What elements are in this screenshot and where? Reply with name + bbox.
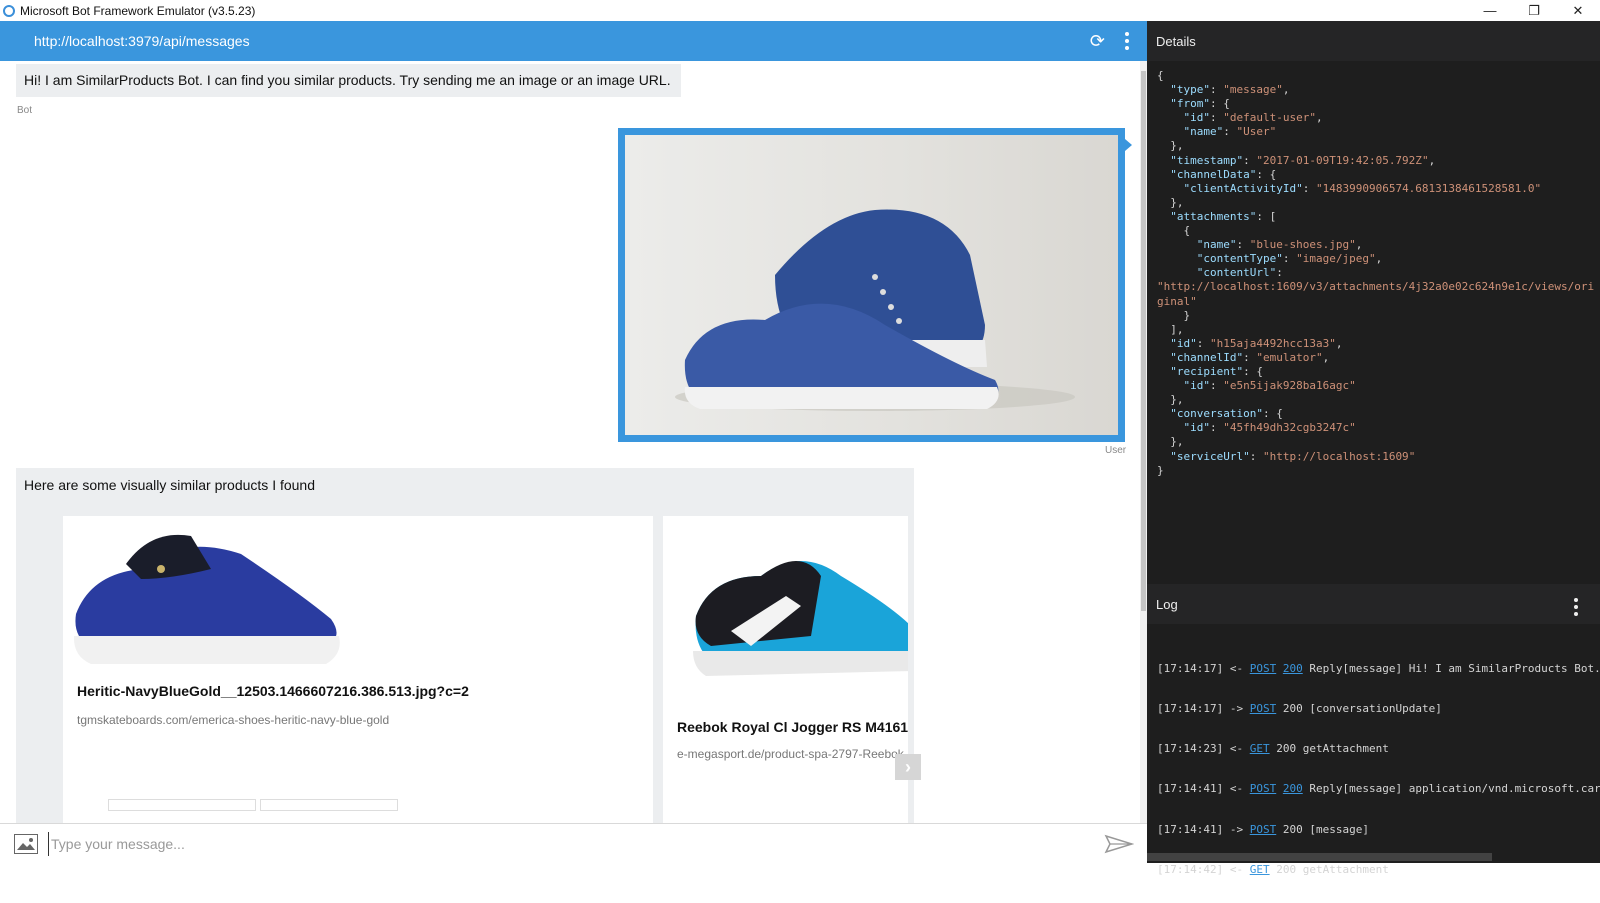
chat-header: http://localhost:3979/api/messages ⟳ bbox=[0, 21, 1147, 61]
details-json[interactable]: { "type": "message", "from": { "id": "de… bbox=[1157, 69, 1597, 478]
upload-image-icon[interactable] bbox=[14, 834, 38, 854]
log-status-link[interactable]: 200 bbox=[1283, 782, 1303, 795]
bot-message: Hi! I am SimilarProducts Bot. I can find… bbox=[16, 64, 681, 97]
minimize-button[interactable]: — bbox=[1468, 0, 1512, 21]
product-card-title: Heritic-NavyBlueGold__12503.1466607216.3… bbox=[77, 683, 469, 699]
log-method-link[interactable]: POST bbox=[1250, 782, 1277, 795]
window-controls: — ❐ ✕ bbox=[1468, 0, 1600, 21]
log-status-link[interactable]: 200 bbox=[1283, 662, 1303, 675]
log-method-link[interactable]: GET bbox=[1250, 742, 1270, 755]
more-options-icon[interactable] bbox=[1125, 32, 1129, 50]
inspector-pane: Details { "type": "message", "from": { "… bbox=[1147, 21, 1600, 876]
endpoint-url[interactable]: http://localhost:3979/api/messages bbox=[34, 33, 250, 49]
blue-shoes-image bbox=[625, 135, 1118, 435]
log-entry: [17:14:41] <- POST 200 Reply[message] ap… bbox=[1157, 782, 1600, 796]
restore-button[interactable]: ❐ bbox=[1512, 0, 1556, 21]
user-attachment-message[interactable] bbox=[618, 128, 1125, 442]
log-entry: [17:14:41] -> POST 200 [message] bbox=[1157, 822, 1369, 836]
log-method-link[interactable]: POST bbox=[1250, 702, 1277, 715]
log-entry: [17:14:42] <- GET 200 getAttachment bbox=[1157, 862, 1389, 876]
log-menu-icon[interactable] bbox=[1574, 598, 1578, 616]
app-logo-icon bbox=[3, 4, 15, 17]
card-action-button[interactable] bbox=[108, 799, 256, 811]
log-method-link[interactable]: POST bbox=[1250, 823, 1277, 836]
log-horizontal-scrollbar[interactable] bbox=[1147, 853, 1492, 861]
log-method-link[interactable]: POST bbox=[1250, 662, 1277, 675]
carousel-message-text: Here are some visually similar products … bbox=[24, 477, 316, 493]
log-entry: [17:14:17] -> POST 200 [conversationUpda… bbox=[1157, 702, 1442, 716]
chat-scrollbar-thumb[interactable] bbox=[1141, 71, 1146, 611]
user-bubble-tail bbox=[1125, 139, 1132, 151]
product-card-title: Reebok Royal Cl Jogger RS M41619 bbox=[677, 719, 908, 735]
log-entry: [17:14:17] <- POST 200 Reply[message] Hi… bbox=[1157, 661, 1600, 675]
send-icon[interactable] bbox=[1104, 834, 1135, 854]
card-action-button[interactable] bbox=[260, 799, 398, 811]
hero-card-carousel: Here are some visually similar products … bbox=[16, 468, 914, 823]
log-entry: [17:14:23] <- GET 200 getAttachment bbox=[1157, 742, 1389, 756]
details-header: Details bbox=[1147, 21, 1600, 61]
reebok-shoe-image bbox=[693, 561, 908, 676]
message-input[interactable] bbox=[48, 832, 1078, 856]
product-card[interactable]: Heritic-NavyBlueGold__12503.1466607216.3… bbox=[63, 516, 653, 823]
chat-scrollbar[interactable] bbox=[1140, 61, 1147, 823]
user-sender-label: User bbox=[1105, 445, 1127, 456]
message-input-bar bbox=[0, 823, 1147, 863]
log-title: Log bbox=[1156, 596, 1178, 612]
navy-shoe-image bbox=[73, 534, 340, 664]
chat-pane: http://localhost:3979/api/messages ⟳ Hi!… bbox=[0, 21, 1147, 863]
product-card-subtitle: tgmskateboards.com/emerica-shoes-heritic… bbox=[77, 713, 390, 727]
log-header: Log bbox=[1147, 584, 1600, 624]
log-method-link[interactable]: GET bbox=[1250, 863, 1270, 876]
product-card[interactable]: Reebok Royal Cl Jogger RS M41619 e-megas… bbox=[663, 516, 908, 823]
bot-sender-label: Bot bbox=[17, 105, 33, 116]
window-title: Microsoft Bot Framework Emulator (v3.5.2… bbox=[20, 3, 256, 18]
close-button[interactable]: ✕ bbox=[1556, 0, 1600, 21]
product-card-subtitle: e-megasport.de/product-spa-2797-Reebok bbox=[677, 747, 904, 761]
refresh-icon[interactable]: ⟳ bbox=[1090, 31, 1105, 52]
window-titlebar: Microsoft Bot Framework Emulator (v3.5.2… bbox=[0, 0, 1600, 21]
carousel-next-button[interactable]: › bbox=[895, 754, 921, 780]
message-list[interactable]: Hi! I am SimilarProducts Bot. I can find… bbox=[0, 61, 1140, 823]
